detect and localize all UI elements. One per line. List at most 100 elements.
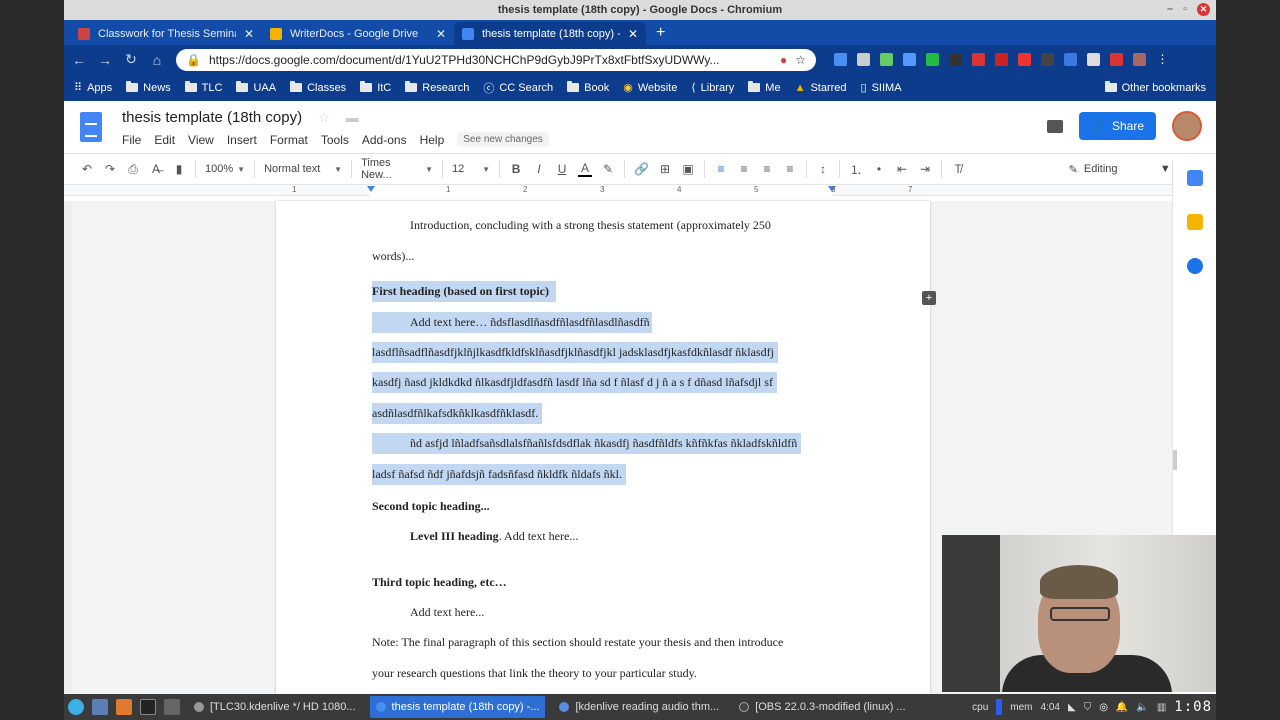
see-new-changes-button[interactable]: See new changes: [457, 132, 549, 147]
increase-indent-icon[interactable]: ⇥: [918, 162, 932, 176]
tab-thesis-template[interactable]: thesis template (18th copy) - Go ✕: [454, 22, 646, 45]
extension-icon[interactable]: [995, 53, 1008, 66]
terminal-icon[interactable]: [140, 699, 156, 715]
extension-icon[interactable]: [926, 53, 939, 66]
font-size-select[interactable]: 12 ▼: [452, 163, 490, 175]
menu-format[interactable]: Format: [270, 133, 308, 147]
bookmark-book[interactable]: Book: [567, 81, 609, 94]
extension-icon[interactable]: [834, 53, 847, 66]
left-indent-marker[interactable]: [367, 186, 375, 192]
start-menu-icon[interactable]: [68, 699, 84, 715]
site-settings-icon[interactable]: ●: [780, 53, 787, 67]
tab-classwork[interactable]: Classwork for Thesis Seminar ✕: [70, 22, 262, 45]
shield-icon[interactable]: ⛉: [1084, 702, 1092, 713]
bookmark-website[interactable]: ◉ Website: [623, 81, 677, 95]
extension-icon[interactable]: [949, 53, 962, 66]
font-select[interactable]: Times New... ▼: [361, 157, 433, 181]
paragraph-line[interactable]: Introduction, concluding with a strong t…: [410, 218, 771, 233]
task-chromium[interactable]: thesis template (18th copy) -...: [369, 696, 546, 718]
paragraph-line[interactable]: Note: The final paragraph of this sectio…: [372, 635, 783, 650]
avatar[interactable]: [1172, 111, 1202, 141]
close-tab-icon[interactable]: ✕: [628, 27, 638, 41]
layout-icon[interactable]: ▥: [1157, 702, 1166, 713]
maximize-icon[interactable]: ▫: [1183, 3, 1187, 16]
align-right-icon[interactable]: ≡: [760, 162, 774, 176]
home-icon[interactable]: ⌂: [150, 52, 164, 68]
style-select[interactable]: Normal text ▼: [264, 163, 342, 175]
undo-icon[interactable]: ↶: [80, 162, 94, 176]
paragraph-line[interactable]: words)...: [372, 249, 414, 264]
highlight-icon[interactable]: ✎: [601, 162, 615, 176]
align-center-icon[interactable]: ≡: [737, 162, 751, 176]
menu-insert[interactable]: Insert: [227, 133, 257, 147]
menu-addons[interactable]: Add-ons: [362, 133, 407, 147]
paint-format-icon[interactable]: ▮: [172, 162, 186, 176]
scrollbar[interactable]: [1173, 450, 1177, 470]
tab-writerdocs[interactable]: WriterDocs - Google Drive ✕: [262, 22, 454, 45]
line-spacing-icon[interactable]: ↕: [816, 162, 830, 176]
extension-icon[interactable]: [903, 53, 916, 66]
text-color-icon[interactable]: A: [578, 161, 593, 177]
volume-icon[interactable]: 🔈: [1136, 702, 1148, 713]
task-kdenlive[interactable]: [TLC30.kdenlive */ HD 1080...: [188, 696, 362, 718]
profile-icon[interactable]: [1133, 53, 1146, 66]
bookmark-itc[interactable]: ItC: [360, 81, 391, 94]
files-icon[interactable]: [92, 699, 108, 715]
bookmark-siima[interactable]: ▯ SIIMA: [861, 81, 902, 95]
bookmark-library[interactable]: ⟨ Library: [691, 81, 734, 95]
print-icon[interactable]: ⎙: [126, 162, 140, 177]
align-left-icon[interactable]: ≡: [714, 162, 728, 176]
extension-icon[interactable]: [1087, 53, 1100, 66]
bookmark-other[interactable]: Other bookmarks: [1104, 81, 1206, 94]
close-tab-icon[interactable]: ✕: [244, 27, 254, 41]
insert-comment-icon[interactable]: ⊞: [658, 162, 672, 176]
desktop-icon[interactable]: [164, 699, 180, 715]
obs-tray-icon[interactable]: ◎: [1099, 702, 1108, 713]
level-three-paragraph[interactable]: Level III heading. Add text here...: [410, 529, 578, 544]
keep-icon[interactable]: [1187, 214, 1203, 230]
tasks-icon[interactable]: [1187, 258, 1203, 274]
paragraph-line[interactable]: ñd asfjd lñladfsañsdlalsfñañlsfdsdflak ñ…: [372, 433, 802, 454]
browser-launcher-icon[interactable]: [116, 699, 132, 715]
menu-dots-icon[interactable]: ⋮: [1156, 53, 1169, 66]
add-comment-icon[interactable]: +: [922, 291, 936, 305]
extension-icon[interactable]: [1110, 53, 1123, 66]
forward-icon[interactable]: →: [98, 52, 112, 68]
document-page[interactable]: Introduction, concluding with a strong t…: [276, 201, 930, 694]
paragraph-line[interactable]: Add text here… ñdsflasdlñasdfñlasdfñlasd…: [372, 312, 652, 333]
paragraph-line[interactable]: lasdflñsadflñasdfjklñjlkasdfkldfsklñasdf…: [372, 342, 778, 363]
task-obs[interactable]: [OBS 22.0.3-modified (linux) ...: [733, 696, 911, 718]
bookmark-tlc[interactable]: TLC: [184, 81, 222, 94]
bookmark-research[interactable]: Research: [405, 81, 469, 94]
bookmark-cc-search[interactable]: ⓒ CC Search: [483, 80, 553, 96]
paragraph-line[interactable]: your research questions that link the th…: [372, 666, 697, 681]
minimize-icon[interactable]: –: [1167, 3, 1173, 16]
heading-second[interactable]: Second topic heading...: [372, 499, 490, 514]
address-bar[interactable]: 🔒 https://docs.google.com/document/d/1Yu…: [176, 48, 816, 71]
extension-icon[interactable]: [972, 53, 985, 66]
spellcheck-icon[interactable]: A̶: [149, 162, 163, 176]
move-folder-icon[interactable]: ▬: [346, 110, 359, 125]
bookmark-me[interactable]: Me: [748, 81, 781, 94]
bookmark-uaa[interactable]: UAA: [236, 81, 276, 94]
extension-icon[interactable]: [1018, 53, 1031, 66]
menu-file[interactable]: File: [122, 133, 141, 147]
link-icon[interactable]: 🔗: [634, 162, 649, 176]
new-tab-icon[interactable]: +: [646, 24, 675, 45]
menu-view[interactable]: View: [188, 133, 214, 147]
decrease-indent-icon[interactable]: ⇤: [895, 162, 909, 176]
paragraph-line[interactable]: asdñlasdfñlkafsdkñklkasdfñklasdf.: [372, 403, 543, 424]
zoom-select[interactable]: 100% ▼: [205, 163, 245, 175]
reload-icon[interactable]: ↻: [124, 51, 138, 68]
network-icon[interactable]: ◣: [1068, 702, 1076, 713]
task-kdenlive-audio[interactable]: [kdenlive reading audio thm...: [553, 696, 725, 718]
justify-icon[interactable]: ≡: [783, 162, 797, 176]
docs-logo-icon[interactable]: [80, 112, 102, 142]
clock[interactable]: 1:08: [1174, 699, 1212, 715]
paragraph-line[interactable]: ladsf ñafsd ñdf jñafdsjñ fadsñfasd ñkldf…: [372, 464, 626, 485]
paragraph-line[interactable]: Add text here...: [410, 605, 484, 620]
close-tab-icon[interactable]: ✕: [436, 27, 446, 41]
menu-edit[interactable]: Edit: [154, 133, 175, 147]
extension-icon[interactable]: [857, 53, 870, 66]
italic-icon[interactable]: I: [532, 162, 546, 176]
